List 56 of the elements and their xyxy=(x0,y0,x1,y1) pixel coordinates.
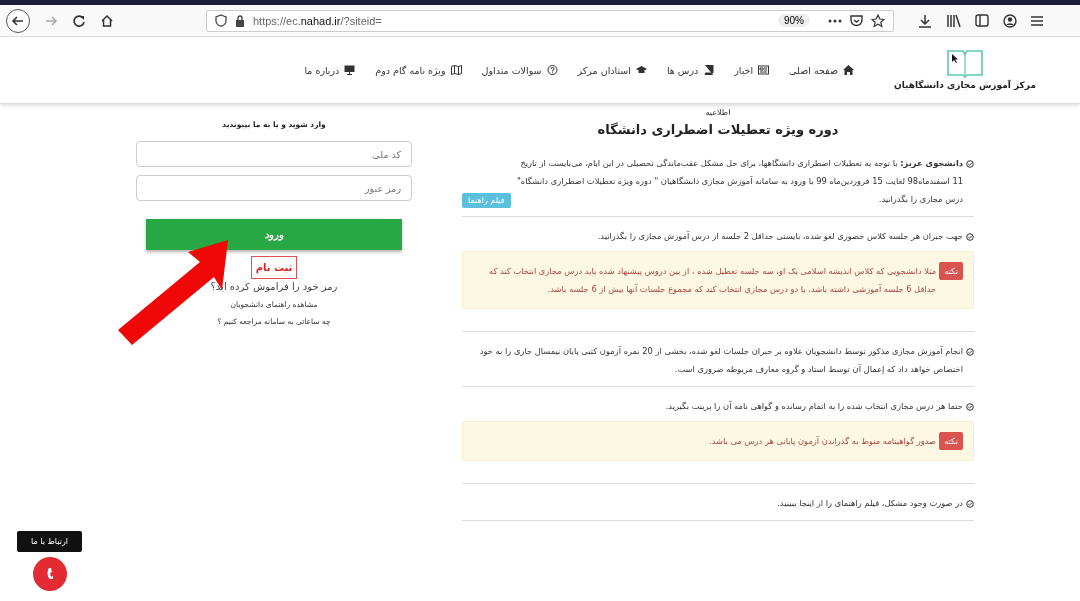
password-field[interactable]: رمز عبور xyxy=(136,175,412,201)
nav-link[interactable]: درباره ما xyxy=(304,64,356,76)
more-icon[interactable] xyxy=(828,18,842,23)
check-circle-icon xyxy=(966,233,974,241)
newspaper-icon xyxy=(758,65,770,75)
back-button[interactable] xyxy=(6,8,30,33)
check-circle-icon xyxy=(966,160,974,168)
contact-tooltip: ارتباط با ما xyxy=(17,531,83,552)
graduation-cap-icon xyxy=(635,65,647,75)
note-text: مثلا دانشجویی که کلاس اندیشه اسلامی یک او، سه جلسه تعطیل شده ، از بین دروس پیشنهاد شده باید درس مجازی انتخاب کند که حداقل 6 جلسه آموزشی داشته باشد، یا دو درس مجازی انتخاب کند که مجموع جلسات آنها بیش از 6 جلسه باشد. xyxy=(487,265,937,296)
check-circle-icon xyxy=(966,348,974,356)
menu-icon[interactable] xyxy=(1031,14,1043,27)
nav-link[interactable]: درس ها xyxy=(666,64,715,76)
sidebar-icon[interactable] xyxy=(975,14,989,27)
notice-paragraph: انجام آموزش مجازی مذکور توسط دانشجویان علاوه بر جبران جلسات لغو شده، بخشی از 20 نمره آزمون کتبی پایان نیمسال جاری را به خود اختصاص خواهد داد که إعمال آن توسط استاد و گروه معارف مربوطه ضروری است. xyxy=(478,345,963,376)
nav-link[interactable]: سوالات متداول xyxy=(481,64,558,76)
register-link[interactable]: ثبت نام xyxy=(250,256,298,279)
check-circle-icon xyxy=(966,403,974,411)
national-id-field[interactable]: کد ملی xyxy=(136,141,412,167)
download-icon[interactable] xyxy=(918,13,932,28)
lock-icon xyxy=(235,14,245,27)
pocket-icon[interactable] xyxy=(850,14,863,27)
back-arrow-icon xyxy=(11,13,25,28)
home-icon xyxy=(843,65,854,75)
contact-button[interactable] xyxy=(32,557,67,591)
open-book-logo[interactable] xyxy=(947,50,983,78)
library-icon[interactable] xyxy=(946,13,961,28)
notice-label: اطلاعیه xyxy=(704,108,732,117)
notice-paragraph: در صورت وجود مشکل، فیلم راهنمای را از اینجا ببینید. xyxy=(776,497,963,510)
question-icon xyxy=(546,65,558,75)
notice-paragraph: جهت جبران هر جلسه کلاس حضوری لغو شده، بایستی حداقل 2 جلسه از درس آموزش مجازی را بگذرانید. xyxy=(596,230,963,243)
home-icon[interactable] xyxy=(100,13,114,28)
map-icon xyxy=(450,65,462,75)
monitor-icon xyxy=(344,65,356,75)
star-icon[interactable] xyxy=(871,13,885,28)
nav-link[interactable]: ویژه نامه گام دوم xyxy=(375,64,462,76)
nav-link[interactable]: استادان مرکز xyxy=(577,64,647,76)
zoom-badge[interactable]: 90% xyxy=(778,14,810,27)
check-circle-icon xyxy=(966,500,974,508)
url-text: https://ec.nahad.ir/?siteid= xyxy=(253,14,383,27)
address-bar[interactable]: https://ec.nahad.ir/?siteid= 90% xyxy=(206,9,894,32)
reload-icon[interactable] xyxy=(72,13,86,28)
notice-paragraph: حتما هر درس مجازی انتخاب شده را به اتمام رسانده و گواهی نامه آن را پرینت بگیرید. xyxy=(664,400,963,413)
note-tag: نکته xyxy=(939,432,963,450)
forgot-password-link[interactable]: رمز خود را فراموش کرده اید؟ xyxy=(210,281,338,292)
notice-paragraph: دانشجوی عزیز: با توجه به تعطیلات اضطراری دانشگاهها، برای حل مشکل عقب‌ماندگی تحصیلی در این ایام، می‌بایست از تاریخ 11 اسفندماه98 لغایت 15 فروردین‌ماه 99 با ورود به سامانه آموزش مجازی دانشگاهیان " دوره ویژه تعطیلات اضطراری دانشگاه" درس مجازی را بگذرانید. xyxy=(516,157,963,206)
phone-icon xyxy=(46,568,53,580)
notice-title: دوره ویژه تعطیلات اضطراری دانشگاه xyxy=(596,122,840,137)
nav-link[interactable]: صفحه اصلی xyxy=(789,64,854,76)
site-logo-text[interactable]: مرکز آموزش مجازی دانشگاهیان xyxy=(894,80,1036,90)
note-text: صدور گواهینامه منوط به گذراندن آزمون پایانی هر درس می باشد. xyxy=(708,435,937,448)
account-icon[interactable] xyxy=(1003,13,1017,28)
book-icon xyxy=(703,65,715,75)
shield-icon xyxy=(215,14,227,27)
note-tag: نکته xyxy=(939,262,963,280)
nav-link[interactable]: اخبار xyxy=(734,64,770,76)
